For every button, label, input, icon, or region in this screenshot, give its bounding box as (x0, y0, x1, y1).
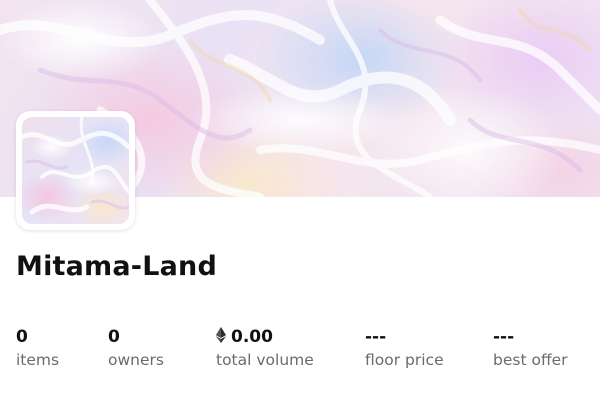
stat-floor-price-label: floor price (365, 351, 444, 369)
stat-owners-label: owners (108, 351, 164, 369)
stat-owners[interactable]: 0 owners (108, 325, 164, 371)
stat-items[interactable]: 0 items (16, 325, 59, 371)
stat-floor-price-value: --- (365, 327, 387, 347)
stat-total-volume: 0.00 total volume (216, 325, 314, 371)
stat-items-label: items (16, 351, 60, 369)
stat-floor-price: --- floor price (365, 325, 444, 371)
avatar-foil-texture (22, 117, 129, 215)
avatar-image (22, 117, 129, 224)
stat-total-volume-row: 0.00 (216, 325, 314, 349)
collection-page: Mitama-Land 0 items 0 owners 0.00 total … (0, 0, 600, 401)
collection-avatar (16, 111, 135, 230)
stat-total-volume-label: total volume (216, 351, 314, 369)
stat-total-volume-value: 0.00 (231, 327, 273, 347)
stat-best-offer-value: --- (493, 327, 515, 347)
stat-best-offer: --- best offer (493, 325, 568, 371)
collection-title: Mitama-Land (16, 251, 217, 282)
ethereum-icon (216, 327, 226, 343)
stat-items-value: 0 (16, 327, 28, 347)
stat-best-offer-label: best offer (493, 351, 568, 369)
stat-owners-value: 0 (108, 327, 120, 347)
